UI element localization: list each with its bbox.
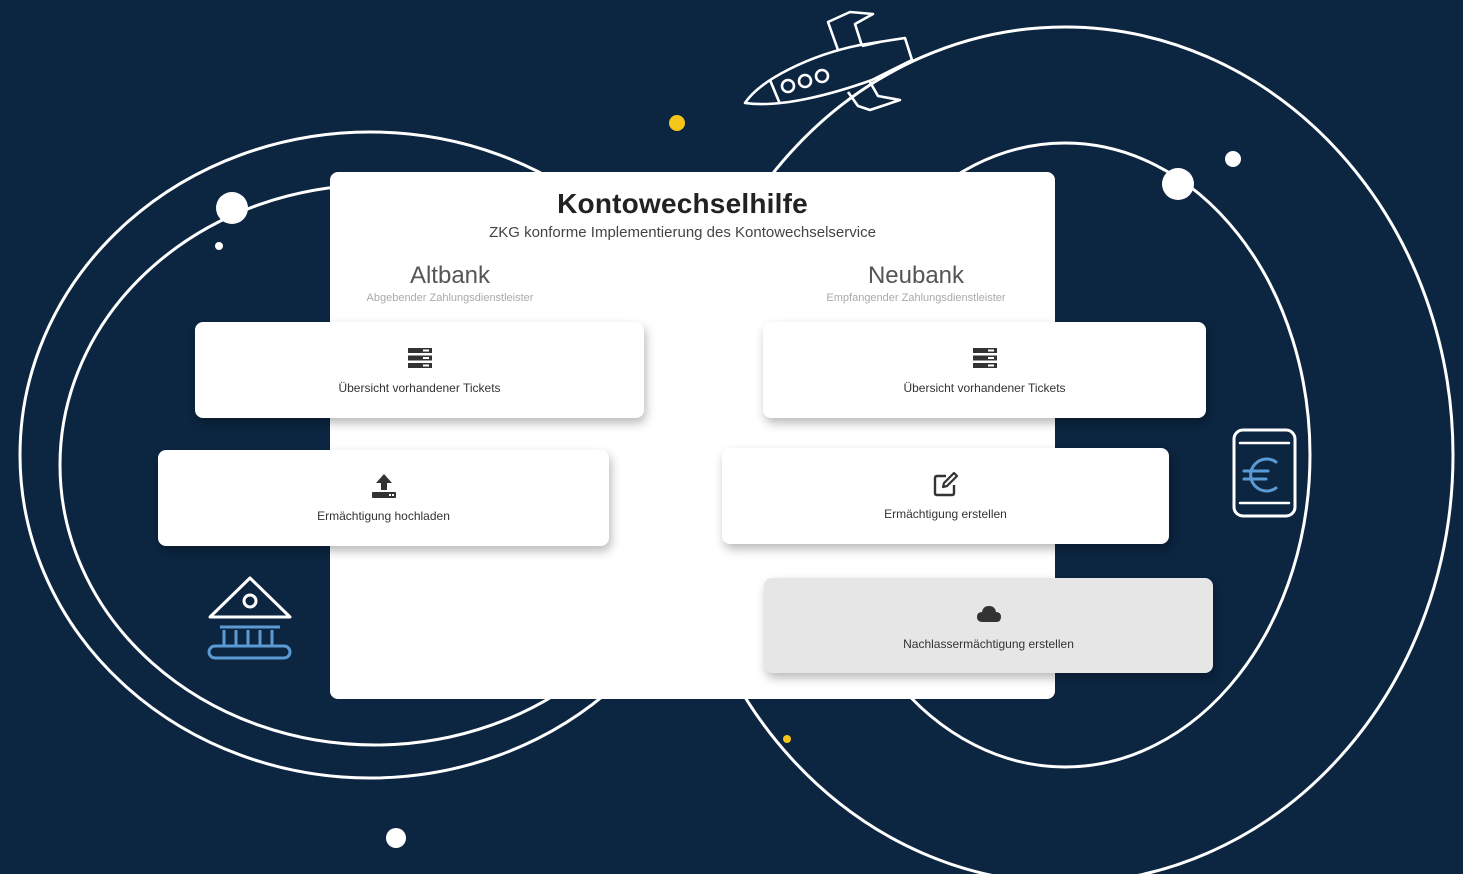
card-label: Ermächtigung hochladen (317, 509, 450, 523)
card-label: Übersicht vorhandener Tickets (903, 381, 1066, 395)
planet-dot (386, 828, 406, 848)
upload-icon (371, 474, 396, 498)
rocket-icon (743, 10, 914, 112)
phone-euro-icon (1232, 428, 1297, 518)
neubank-title: Neubank (867, 262, 965, 289)
planet-dot (216, 192, 248, 224)
card-label: Übersicht vorhandener Tickets (338, 381, 501, 395)
neubank-tickets-button[interactable]: Übersicht vorhandener Tickets (763, 322, 1206, 418)
cloud-icon (976, 605, 1001, 622)
neubank-header: Neubank Empfangender Zahlungsdienstleist… (786, 262, 1046, 304)
card-label: Nachlassermächtigung erstellen (903, 636, 1074, 651)
altbank-title: Altbank (409, 262, 491, 289)
planet-dot (215, 242, 223, 250)
neubank-estate-button[interactable]: Nachlassermächtigung erstellen (764, 578, 1213, 673)
neubank-subtitle: Empfangender Zahlungsdienstleister (826, 292, 1006, 304)
neubank-create-button[interactable]: Ermächtigung erstellen (722, 448, 1169, 544)
edit-icon (933, 471, 958, 497)
page-title: Kontowechselhilfe (557, 188, 808, 219)
page-subtitle: ZKG konforme Implementierung des Kontowe… (489, 224, 876, 241)
server-icon (972, 348, 997, 368)
server-icon (407, 348, 432, 368)
star-dot (783, 735, 791, 743)
altbank-tickets-button[interactable]: Übersicht vorhandener Tickets (195, 322, 644, 418)
altbank-header: Altbank Abgebender Zahlungsdienstleister (320, 262, 580, 304)
altbank-subtitle: Abgebender Zahlungsdienstleister (366, 292, 534, 304)
planet-dot (1162, 168, 1194, 200)
altbank-upload-button[interactable]: Ermächtigung hochladen (158, 450, 609, 546)
card-label: Ermächtigung erstellen (884, 507, 1007, 521)
bank-icon (207, 576, 292, 660)
planet-dot (1225, 151, 1241, 167)
star-dot (669, 115, 685, 131)
